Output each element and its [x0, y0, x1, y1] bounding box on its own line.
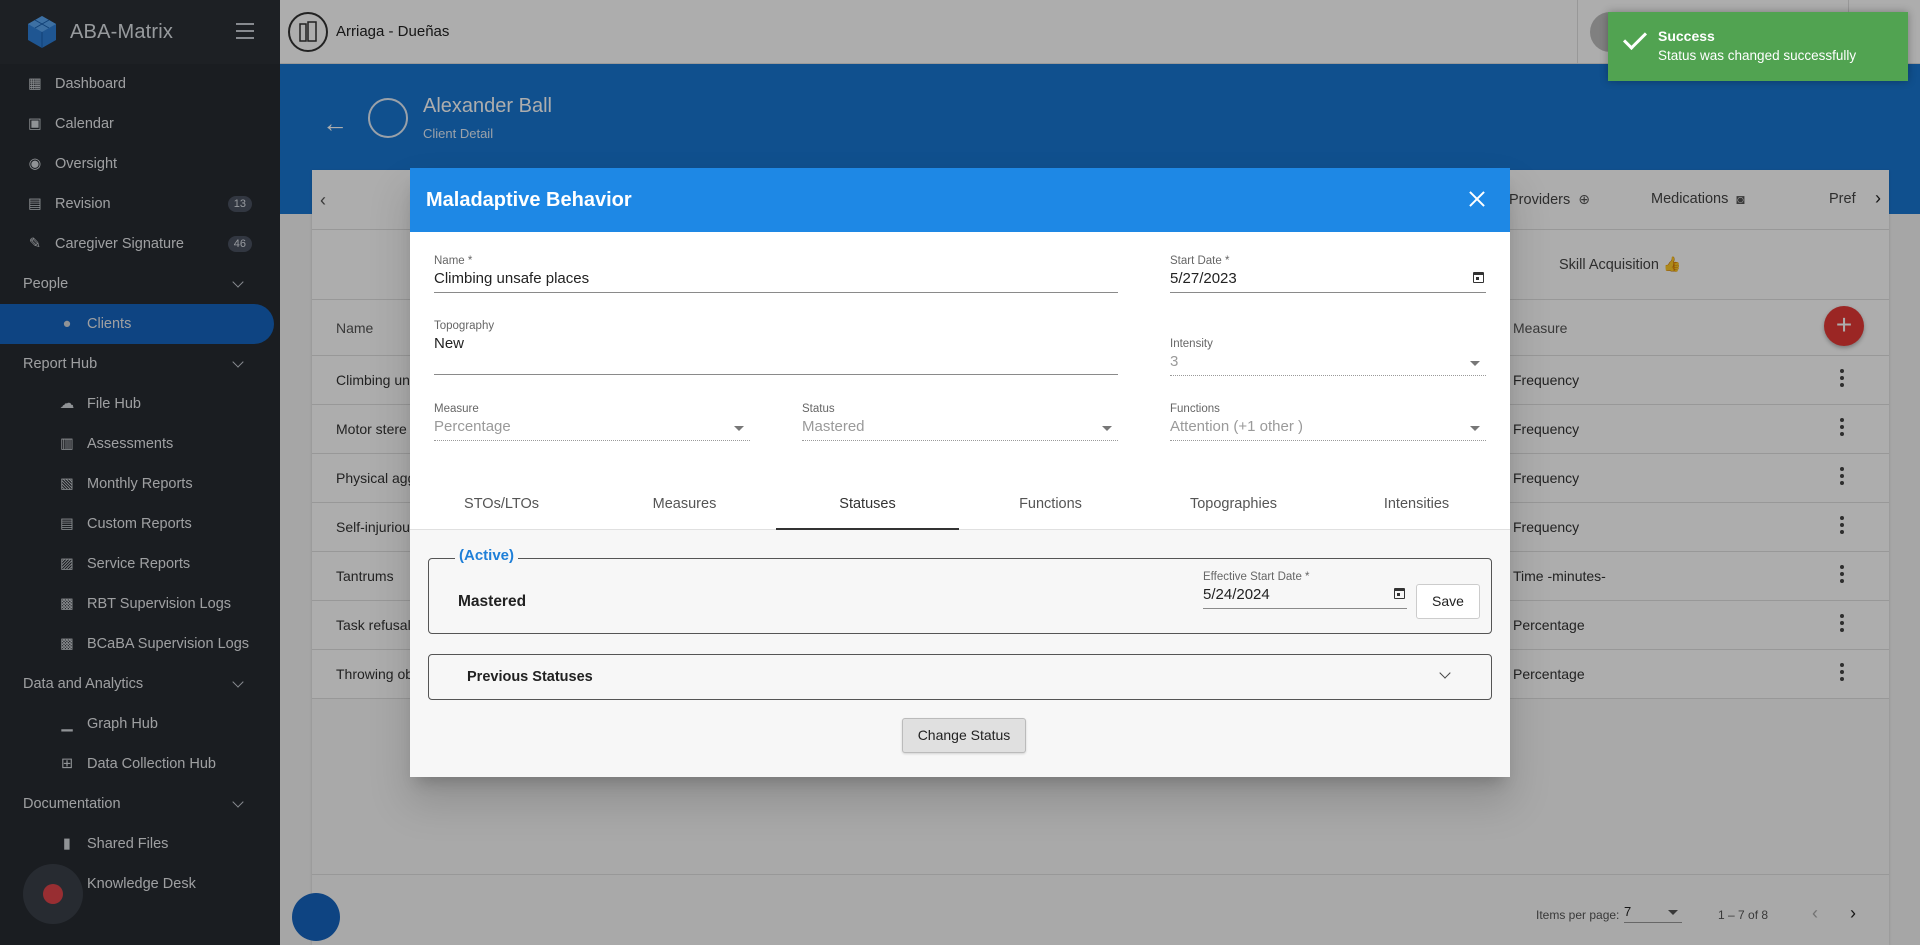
intensity-value: 3: [1170, 353, 1179, 370]
tab-functions[interactable]: Functions: [959, 480, 1142, 530]
maladaptive-behavior-dialog: Maladaptive Behavior Name * Climbing uns…: [410, 168, 1510, 777]
start-date-value: 5/27/2023: [1170, 270, 1237, 287]
success-toast[interactable]: Success Status was changed successfully: [1608, 12, 1908, 81]
start-date-input[interactable]: 5/27/2023: [1170, 270, 1486, 293]
tab-measures[interactable]: Measures: [593, 480, 776, 530]
dropdown-arrow-icon: [1102, 426, 1112, 431]
statuses-panel: (Active) Mastered Effective Start Date *…: [410, 530, 1510, 777]
functions-select[interactable]: Attention (+1 other ): [1170, 418, 1486, 441]
status-value: Mastered: [802, 418, 865, 435]
dropdown-arrow-icon: [1470, 426, 1480, 431]
measure-select[interactable]: Percentage: [434, 418, 750, 441]
toast-message: Status was changed successfully: [1658, 48, 1857, 63]
tab-statuses[interactable]: Statuses: [776, 480, 959, 530]
active-legend: (Active): [455, 547, 519, 564]
field-label: Effective Start Date *: [1203, 571, 1310, 583]
start-date-field[interactable]: Start Date * 5/27/2023: [1170, 255, 1486, 293]
close-icon[interactable]: [1468, 190, 1486, 208]
effective-start-date-field[interactable]: Effective Start Date * 5/24/2024: [1203, 571, 1407, 609]
status-select[interactable]: Mastered: [802, 418, 1118, 441]
field-label: Start Date *: [1170, 255, 1230, 267]
name-field[interactable]: Name * Climbing unsafe places: [434, 255, 1118, 293]
calendar-icon[interactable]: [1394, 588, 1405, 599]
check-icon: [1622, 25, 1648, 51]
previous-statuses-panel[interactable]: Previous Statuses: [428, 654, 1492, 700]
measure-value: Percentage: [434, 418, 511, 435]
tab-topographies[interactable]: Topographies: [1142, 480, 1325, 530]
status-name: Mastered: [458, 593, 527, 610]
field-label: Status: [802, 403, 835, 415]
measure-field[interactable]: Measure Percentage: [434, 403, 750, 441]
field-label: Name *: [434, 255, 473, 267]
dropdown-arrow-icon: [1470, 361, 1480, 366]
name-input[interactable]: Climbing unsafe places: [434, 270, 1118, 293]
status-field[interactable]: Status Mastered: [802, 403, 1118, 441]
dialog-header: Maladaptive Behavior: [410, 168, 1510, 232]
topography-field[interactable]: Topography New: [434, 320, 1118, 375]
tab-intensities[interactable]: Intensities: [1325, 480, 1508, 530]
field-label: Functions: [1170, 403, 1220, 415]
effective-start-date-input[interactable]: 5/24/2024: [1203, 586, 1407, 609]
topography-input[interactable]: New: [434, 335, 1118, 375]
save-button[interactable]: Save: [1416, 584, 1480, 619]
change-status-button[interactable]: Change Status: [902, 718, 1026, 753]
previous-statuses-title: Previous Statuses: [467, 669, 593, 685]
functions-field[interactable]: Functions Attention (+1 other ): [1170, 403, 1486, 441]
dropdown-arrow-icon: [734, 426, 744, 431]
dialog-tabs: STOs/LTOs Measures Statuses Functions To…: [410, 480, 1510, 530]
field-label: Measure: [434, 403, 479, 415]
intensity-select[interactable]: 3: [1170, 353, 1486, 376]
field-label: Topography: [434, 320, 495, 332]
field-label: Intensity: [1170, 338, 1213, 350]
active-status-box: (Active) Mastered Effective Start Date *…: [428, 547, 1492, 634]
intensity-field[interactable]: Intensity 3: [1170, 338, 1486, 376]
chevron-down-icon: [1439, 667, 1451, 679]
effective-start-date-value: 5/24/2024: [1203, 586, 1270, 603]
dialog-title: Maladaptive Behavior: [426, 189, 632, 211]
functions-value: Attention (+1 other ): [1170, 418, 1303, 435]
tab-stos-ltos[interactable]: STOs/LTOs: [410, 480, 593, 530]
toast-title: Success: [1658, 28, 1715, 44]
calendar-icon[interactable]: [1473, 272, 1484, 283]
